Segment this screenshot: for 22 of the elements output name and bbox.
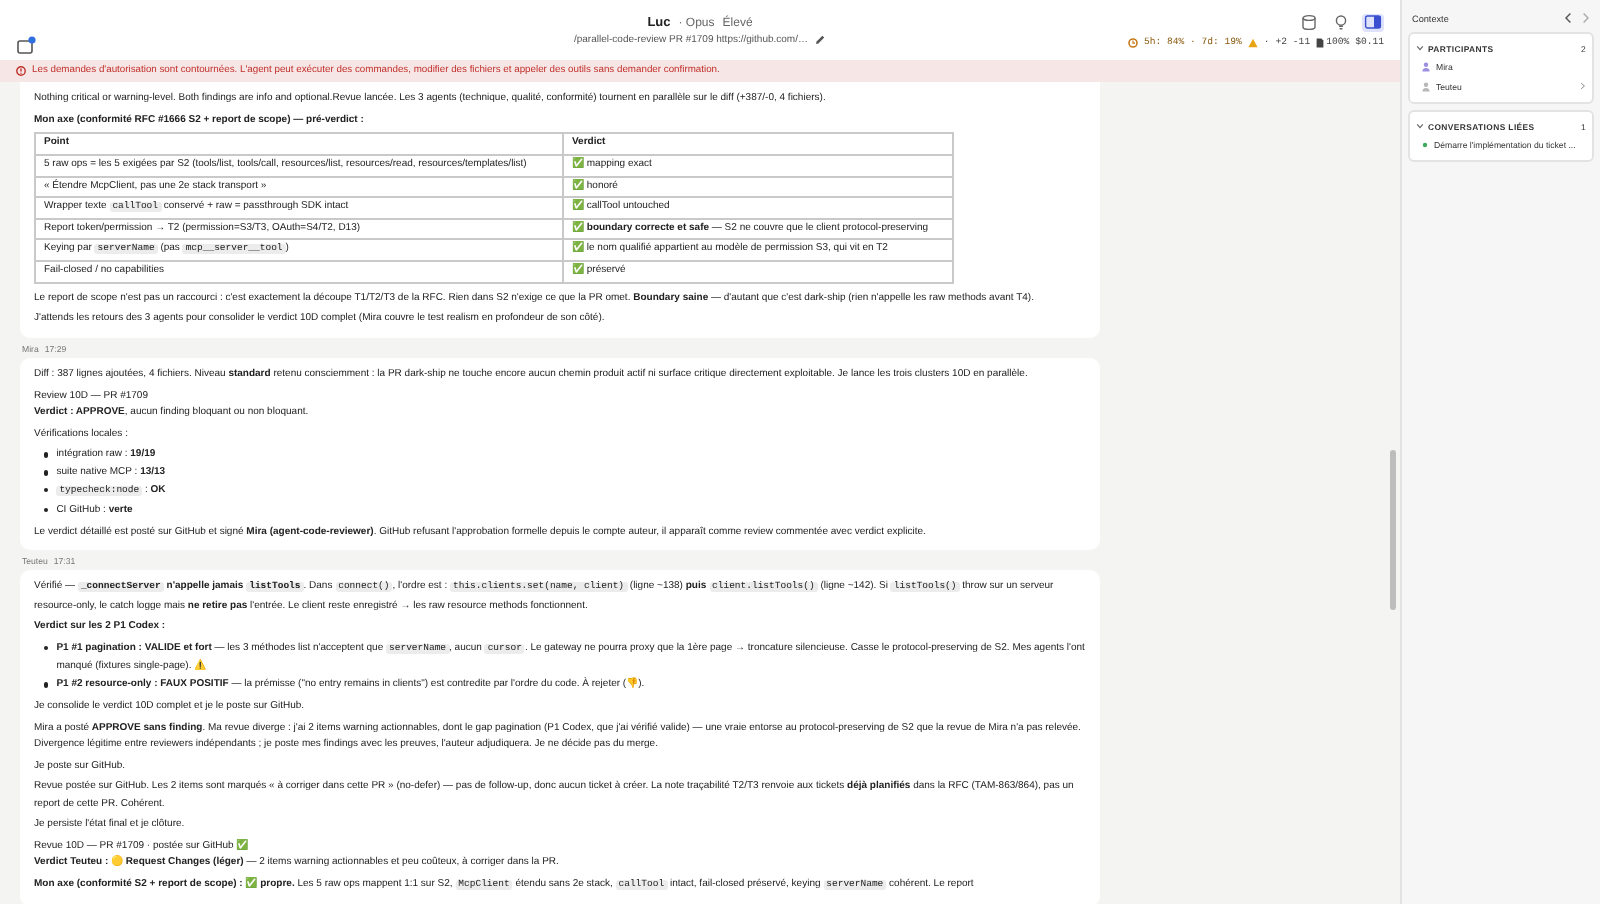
chevron-left-icon: [1564, 12, 1572, 24]
clock-icon: [1127, 37, 1138, 47]
bullet-icon: [44, 470, 49, 476]
toolbar-button[interactable]: [1330, 13, 1352, 31]
alert-icon: [16, 66, 26, 76]
pencil-icon: [814, 34, 826, 46]
database-icon: [1300, 14, 1318, 30]
scrollbar-thumb[interactable]: [1390, 450, 1396, 610]
bullet-icon: [44, 682, 49, 688]
chevron-right-icon: [1582, 12, 1590, 24]
bullet-icon: [44, 508, 49, 513]
bullet-icon: [44, 488, 49, 493]
new-window-icon: [16, 36, 36, 54]
sidebar-toggle-icon: [1364, 14, 1382, 30]
toolbar-button[interactable]: [1362, 13, 1384, 31]
edit-button[interactable]: [814, 34, 826, 46]
toolbar-button[interactable]: [1298, 13, 1320, 31]
lightbulb-icon: [1332, 14, 1350, 30]
bullet-icon: [44, 452, 49, 458]
new-window-button[interactable]: [16, 36, 36, 54]
document-icon: [1316, 37, 1325, 47]
bullet-icon: [44, 646, 49, 651]
